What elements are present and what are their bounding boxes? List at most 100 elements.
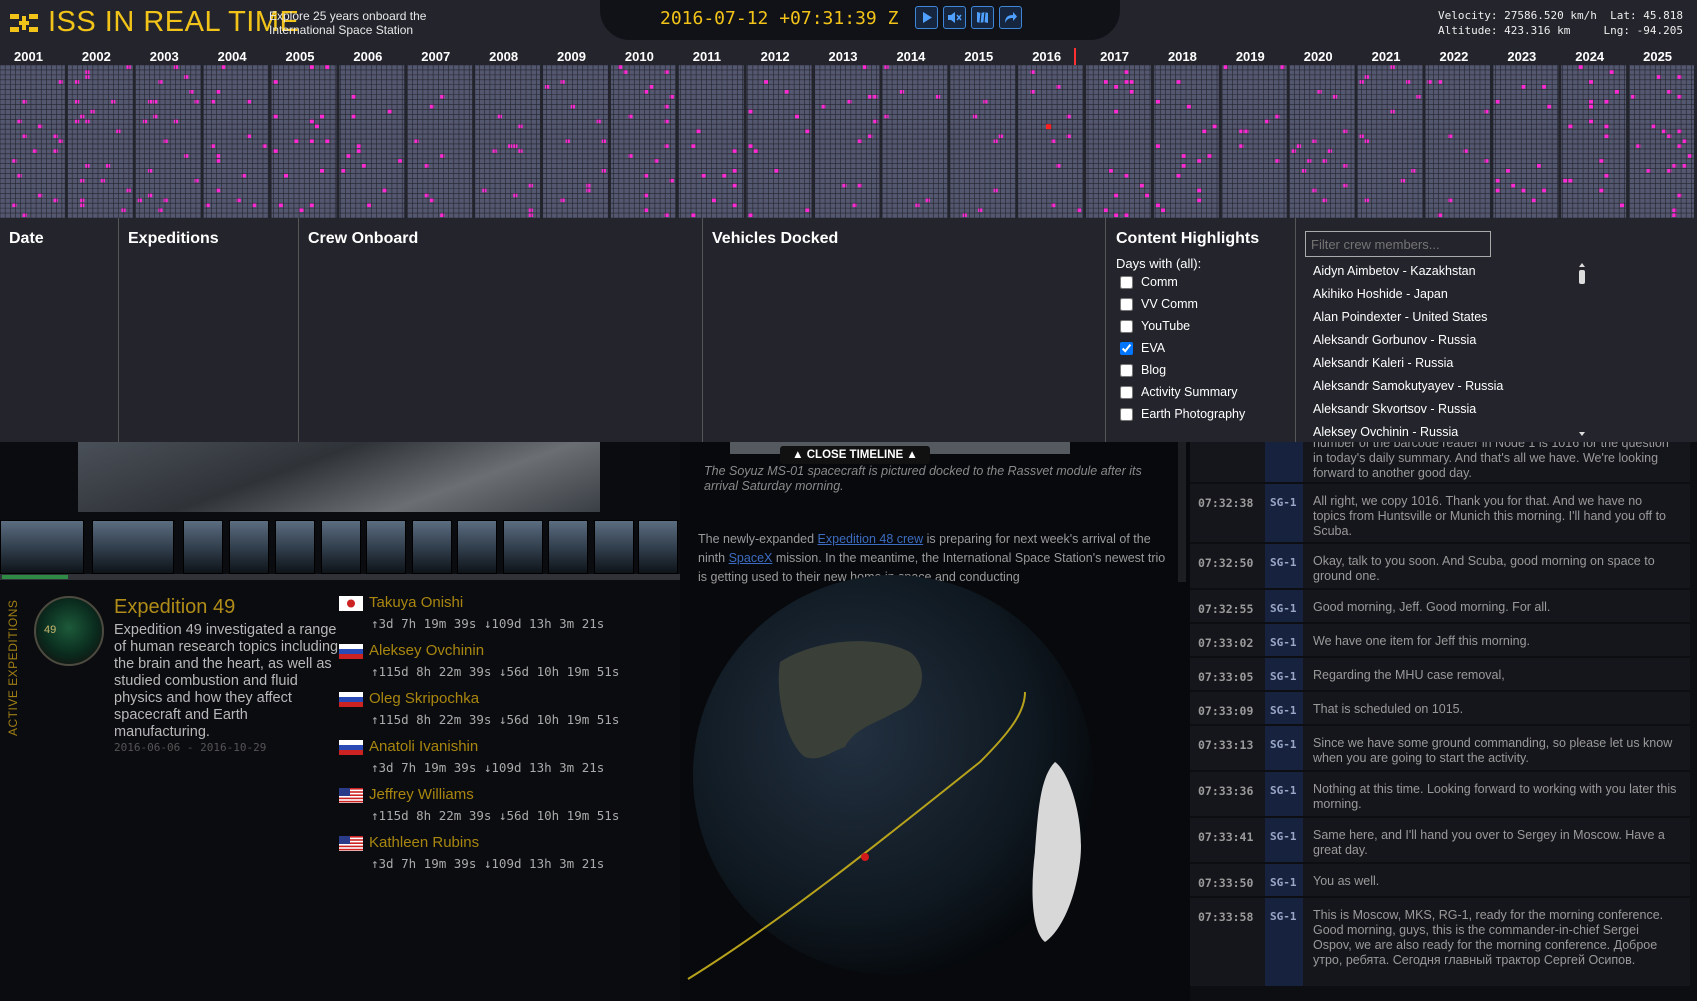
eva-day-cell[interactable] (701, 173, 706, 178)
eva-day-cell[interactable] (38, 193, 43, 198)
calendar-year-block[interactable] (1086, 65, 1151, 218)
eva-day-cell[interactable] (993, 139, 998, 143)
eva-day-cell[interactable] (711, 198, 716, 203)
eva-day-cell[interactable] (1207, 153, 1212, 158)
filter-blog[interactable]: Blog (1120, 359, 1296, 381)
photo-thumbnail[interactable] (229, 520, 269, 574)
eva-day-cell[interactable] (972, 114, 978, 119)
eva-day-cell[interactable] (925, 198, 930, 203)
eva-day-cell[interactable] (1343, 163, 1348, 168)
photo-thumbnail[interactable] (638, 520, 678, 574)
eva-day-cell[interactable] (148, 99, 153, 104)
timeline-year-2013[interactable]: 2013 (829, 49, 858, 64)
eva-day-cell[interactable] (1322, 198, 1327, 203)
eva-day-cell[interactable] (993, 188, 998, 193)
timeline-year-2008[interactable]: 2008 (489, 49, 518, 64)
eva-day-cell[interactable] (173, 119, 179, 124)
eva-day-cell[interactable] (1604, 99, 1609, 104)
eva-day-cell[interactable] (1322, 158, 1327, 163)
timeline-year-2025[interactable]: 2025 (1643, 49, 1672, 64)
eva-day-cell[interactable] (1343, 183, 1348, 188)
eva-day-cell[interactable] (1197, 188, 1202, 193)
photo-thumbnail[interactable] (92, 520, 174, 574)
calendar-year-block[interactable] (203, 65, 269, 218)
eva-day-cell[interactable] (560, 198, 565, 203)
timeline-year-2019[interactable]: 2019 (1236, 49, 1265, 64)
transcript-row[interactable]: SG-1 07:33:41 Same here, and I'll hand you… (1190, 818, 1690, 864)
eva-day-cell[interactable] (142, 119, 148, 124)
eva-day-cell[interactable] (184, 153, 189, 158)
eva-day-cell[interactable] (1589, 104, 1594, 109)
eva-day-cell[interactable] (387, 109, 392, 114)
photo-thumbnail[interactable] (366, 520, 406, 574)
photo-thumbnail[interactable] (0, 520, 84, 574)
filter-youtube[interactable]: YouTube (1120, 315, 1296, 337)
eva-day-cell[interactable] (283, 173, 288, 178)
timeline-year-2018[interactable]: 2018 (1168, 49, 1197, 64)
eva-day-cell[interactable] (22, 99, 27, 104)
astronaut-name[interactable]: Kathleen Rubins (369, 834, 479, 851)
timeline[interactable]: 2001 2002 2003 2004 2005 2006 2007 2008 2009 2010… (0, 48, 1697, 218)
eva-day-cell[interactable] (1510, 183, 1515, 188)
timeline-year-2009[interactable]: 2009 (557, 49, 586, 64)
timeline-year-2006[interactable]: 2006 (353, 49, 382, 64)
eva-day-cell[interactable] (1406, 79, 1411, 84)
eva-day-cell[interactable] (1568, 178, 1573, 183)
filter-checkbox[interactable] (1120, 385, 1133, 399)
astronaut-entry[interactable]: Oleg Skripochka ↑115d 8h 22m 39s ↓56d 10h… (339, 688, 639, 736)
eva-day-cell[interactable] (53, 134, 58, 139)
eva-day-cell[interactable] (351, 114, 356, 119)
eva-day-cell[interactable] (722, 173, 727, 178)
filter-checkbox[interactable] (1120, 275, 1133, 289)
eva-day-cell[interactable] (273, 114, 278, 119)
eva-day-cell[interactable] (586, 188, 591, 193)
eva-day-cell[interactable] (53, 148, 58, 153)
eva-day-cell[interactable] (1108, 168, 1113, 173)
eva-day-cell[interactable] (508, 143, 513, 148)
eva-day-cell[interactable] (273, 79, 278, 84)
eva-day-cell[interactable] (189, 89, 194, 94)
eva-day-cell[interactable] (732, 203, 737, 208)
astronaut-entry[interactable]: Aleksey Ovchinin ↑115d 8h 22m 39s ↓56d 10… (339, 640, 639, 688)
eva-day-cell[interactable] (1129, 89, 1134, 94)
eva-day-cell[interactable] (148, 193, 153, 198)
eva-day-cell[interactable] (1604, 134, 1609, 139)
timeline-year-2002[interactable]: 2002 (82, 49, 111, 64)
eva-day-cell[interactable] (1589, 119, 1594, 124)
transcript-row[interactable]: SG-1 07:33:36 Nothing at this time. Lookin… (1190, 772, 1690, 818)
eva-day-cell[interactable] (1359, 134, 1364, 139)
eva-day-cell[interactable] (1186, 104, 1192, 109)
eva-day-cell[interactable] (805, 129, 810, 134)
transcript-row[interactable]: SG-1 07:32:50 Okay, talk to you soon. And … (1190, 544, 1690, 590)
eva-day-cell[interactable] (764, 79, 769, 84)
eva-day-cell[interactable] (1197, 198, 1202, 203)
eva-day-cell[interactable] (565, 139, 570, 143)
eva-day-cell[interactable] (398, 158, 403, 163)
eva-day-cell[interactable] (1202, 129, 1207, 134)
crew-list-item[interactable]: Aidyn Aimbetov - Kazakhstan (1305, 260, 1585, 283)
crew-list-item[interactable]: Aleksandr Gorbunov - Russia (1305, 329, 1585, 352)
timeline-year-2004[interactable]: 2004 (218, 49, 247, 64)
eva-day-cell[interactable] (1139, 183, 1144, 188)
transcript-row[interactable]: SG-1 07:33:02 We have one item for Jeff th… (1190, 624, 1690, 658)
eva-day-cell[interactable] (362, 163, 367, 168)
iss-position-marker[interactable] (861, 853, 869, 861)
eva-day-cell[interactable] (1124, 173, 1129, 178)
eva-day-cell[interactable] (148, 168, 153, 173)
eva-day-cell[interactable] (278, 203, 283, 208)
eva-day-cell[interactable] (1327, 148, 1332, 153)
timeline-year-2024[interactable]: 2024 (1575, 49, 1604, 64)
eva-day-cell[interactable] (58, 79, 63, 84)
timeline-playhead[interactable] (1074, 48, 1076, 66)
calendar-year-block[interactable] (0, 65, 65, 218)
transcript-row[interactable]: SG-1 07:33:13 Since we have some ground co… (1190, 726, 1690, 772)
eva-day-cell[interactable] (17, 173, 22, 178)
eva-day-cell[interactable] (194, 178, 199, 183)
eva-day-cell[interactable] (1390, 109, 1395, 114)
eva-day-cell[interactable] (601, 139, 606, 143)
eva-day-cell[interactable] (1161, 208, 1166, 213)
eva-day-cell[interactable] (1609, 69, 1614, 74)
transcript-row[interactable]: SG-1 07:32:38 All right, we copy 1016. Tha… (1190, 484, 1690, 544)
share-button[interactable] (999, 6, 1022, 29)
eva-day-cell[interactable] (1599, 158, 1604, 163)
